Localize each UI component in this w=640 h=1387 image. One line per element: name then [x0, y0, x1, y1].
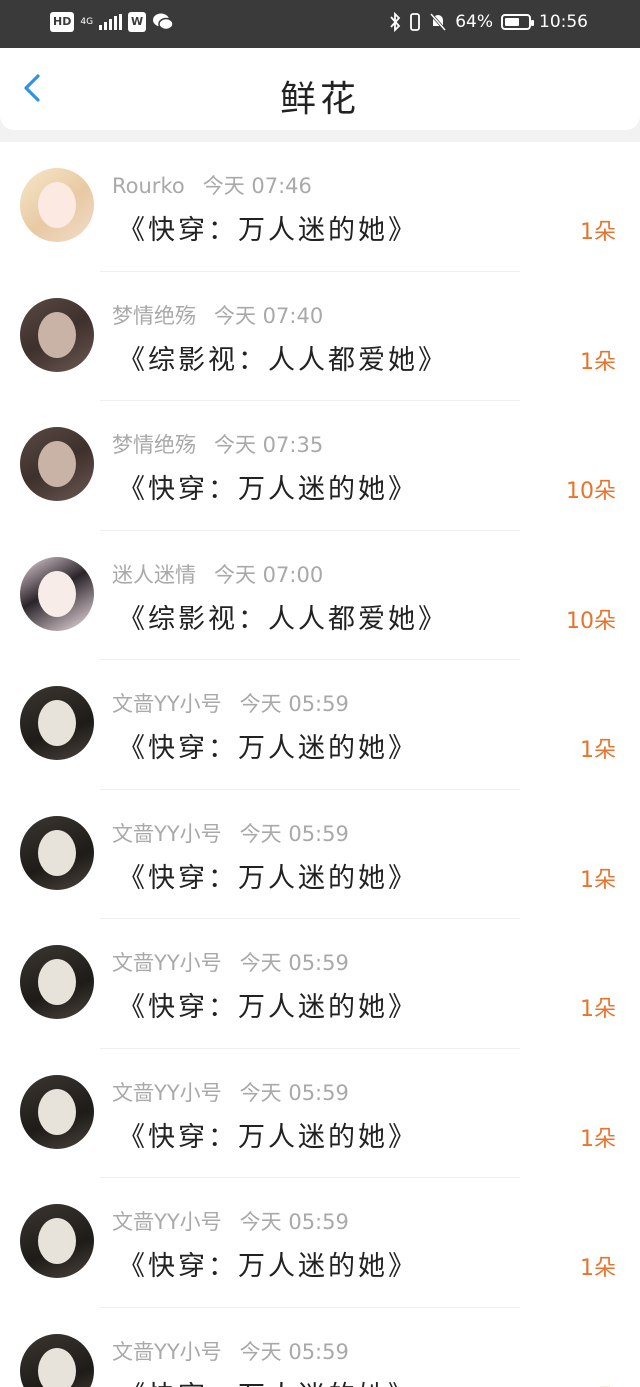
- list-item[interactable]: 文啬YY小号今天 05:59 《快穿：万人迷的她》 1朵: [0, 660, 640, 790]
- avatar-face: [38, 700, 76, 746]
- timestamp: 今天 07:40: [214, 303, 324, 328]
- avatar[interactable]: [20, 686, 94, 760]
- avatar[interactable]: [20, 168, 94, 242]
- avatar[interactable]: [20, 945, 94, 1019]
- list-item[interactable]: 文啬YY小号今天 05:59 《快穿：万人迷的她》 1朵: [0, 919, 640, 1049]
- book-title[interactable]: 《快穿：万人迷的她》: [118, 1115, 418, 1154]
- app-header: 鲜花: [0, 48, 640, 130]
- battery-icon: [501, 14, 534, 30]
- book-title[interactable]: 《快穿：万人迷的她》: [118, 1374, 418, 1387]
- list-item[interactable]: 文啬YY小号今天 05:59 《快穿：万人迷的她》 1朵: [0, 1178, 640, 1308]
- avatar[interactable]: [20, 1204, 94, 1278]
- username[interactable]: 文啬YY小号: [112, 1081, 222, 1105]
- page-title: 鲜花: [279, 79, 360, 120]
- timestamp: 今天 07:35: [214, 433, 324, 457]
- list-item[interactable]: 文啬YY小号今天 05:59 《快穿：万人迷的她》 1朵: [0, 1308, 640, 1387]
- flower-count: 1朵: [580, 1256, 616, 1281]
- list-item[interactable]: 梦情绝殇 今天 07:40 《综影视：人人都爱她》 1朵: [0, 272, 640, 402]
- flower-count: 10朵: [566, 608, 616, 634]
- item-meta: 文啬YY小号 今天 05:59: [112, 688, 349, 718]
- avatar-face: [38, 182, 76, 228]
- book-title[interactable]: 《快穿：万人迷的她》: [118, 985, 418, 1024]
- item-meta: 文啬YY小号 今天 05:59: [112, 1077, 349, 1107]
- item-meta: 梦情绝殇 今天 07:40: [112, 300, 323, 330]
- timestamp: 今天 05:59: [239, 1080, 349, 1105]
- item-meta: 梦情绝殇 今天 07:35: [112, 429, 323, 459]
- item-meta: 文啬YY小号 今天 05:59: [112, 818, 349, 848]
- item-meta: 迷人迷情 今天 07:00: [112, 559, 323, 589]
- username[interactable]: 梦情绝殇: [112, 433, 196, 457]
- avatar-face: [38, 1347, 76, 1387]
- flower-count: 10朵: [566, 479, 616, 504]
- list-item[interactable]: 文啬YY小号今天 05:59 《快穿：万人迷的她》 1朵: [0, 790, 640, 920]
- avatar-face: [38, 1088, 76, 1135]
- vibrate-icon: [410, 13, 421, 31]
- flower-count: 1朵: [580, 738, 616, 763]
- status-right: 64% 10:56: [389, 12, 588, 32]
- item-meta: 文啬YY小号 今天 05:59: [112, 947, 349, 977]
- bluetooth-icon: [390, 12, 401, 32]
- avatar-face: [38, 570, 76, 617]
- flower-count: 1朵: [580, 867, 616, 893]
- avatar[interactable]: [20, 556, 94, 631]
- username[interactable]: 文啬YY小号: [112, 822, 222, 846]
- book-title[interactable]: 《快穿：万人迷的她》: [118, 856, 418, 895]
- username[interactable]: 迷人迷情: [112, 563, 196, 587]
- status-left: HD 4G W: [50, 12, 174, 32]
- battery-level: [505, 18, 519, 26]
- timestamp: 今天 05:59: [239, 1339, 349, 1364]
- username[interactable]: 梦情绝殇: [112, 304, 196, 328]
- avatar[interactable]: [20, 1333, 94, 1387]
- timestamp: 今天 05:59: [239, 692, 349, 716]
- username[interactable]: 文啬YY小号: [112, 1340, 222, 1364]
- timestamp: 今天 07:00: [214, 562, 324, 587]
- flower-count: 1朵: [580, 220, 616, 245]
- timestamp: 今天 07:46: [202, 174, 312, 198]
- avatar[interactable]: [20, 297, 94, 372]
- avatar-face: [38, 1218, 76, 1264]
- clock: 10:56: [539, 12, 588, 32]
- avatar[interactable]: [20, 427, 94, 501]
- hd-icon: HD: [50, 12, 75, 32]
- signal-icon: [99, 14, 123, 30]
- flower-count: 1朵: [580, 1380, 616, 1387]
- list-item[interactable]: Rourko 今天 07:46 《快穿：万人迷的她》 1朵: [0, 142, 640, 272]
- username[interactable]: 文啬YY小号: [112, 692, 222, 716]
- flower-count: 1朵: [580, 1126, 616, 1152]
- book-title[interactable]: 《快穿：万人迷的她》: [118, 467, 418, 506]
- book-title[interactable]: 《综影视：人人都爱她》: [118, 597, 448, 636]
- avatar-face: [38, 959, 76, 1005]
- avatar[interactable]: [20, 815, 94, 890]
- book-title[interactable]: 《综影视：人人都爱她》: [118, 338, 448, 377]
- flower-count: 1朵: [580, 997, 616, 1022]
- mute-bell-icon: [430, 13, 447, 31]
- username[interactable]: 文啬YY小号: [112, 951, 222, 975]
- username[interactable]: 文啬YY小号: [112, 1210, 222, 1234]
- item-meta: 文啬YY小号 今天 05:59: [112, 1336, 349, 1366]
- book-title[interactable]: 《快穿：万人迷的她》: [118, 726, 418, 765]
- list-item[interactable]: 文啬YY小号今天 05:59 《快穿：万人迷的她》 1朵: [0, 1049, 640, 1179]
- list-item[interactable]: 梦情绝殇 今天 07:35 《快穿：万人迷的她》 10朵: [0, 401, 640, 531]
- flower-count: 1朵: [580, 349, 616, 375]
- item-meta: Rourko 今天 07:46: [112, 170, 312, 200]
- book-title[interactable]: 《快穿：万人迷的她》: [118, 1244, 418, 1283]
- username[interactable]: Rourko: [112, 174, 185, 198]
- timestamp: 今天 05:59: [239, 821, 349, 846]
- wechat-icon: [153, 13, 174, 31]
- avatar[interactable]: [20, 1074, 94, 1149]
- item-meta: 文啬YY小号 今天 05:59: [112, 1206, 349, 1236]
- avatar-face: [38, 311, 76, 358]
- timestamp: 今天 05:59: [239, 1210, 349, 1234]
- avatar-face: [38, 829, 76, 876]
- wps-icon: W: [128, 12, 147, 32]
- network-type: 4G: [80, 16, 94, 27]
- timestamp: 今天 05:59: [239, 951, 349, 975]
- battery-percent: 64%: [455, 12, 493, 32]
- flower-record-list[interactable]: Rourko 今天 07:46 《快穿：万人迷的她》 1朵 梦情绝殇 今天 07:4…: [0, 142, 640, 1387]
- book-title[interactable]: 《快穿：万人迷的她》: [118, 208, 418, 247]
- avatar-face: [38, 441, 76, 487]
- status-bar: HD 4G W 64% 10:56: [0, 0, 640, 48]
- list-item[interactable]: 迷人迷情 今天 07:00 《综影视：人人都爱她》 10朵: [0, 531, 640, 661]
